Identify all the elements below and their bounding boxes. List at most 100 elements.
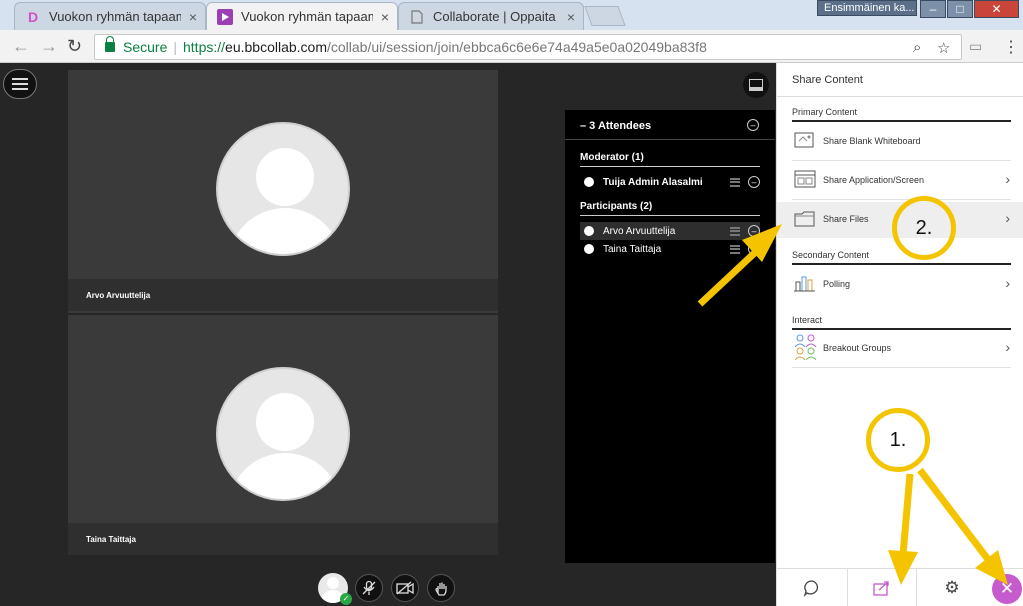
attendee-avatar xyxy=(584,177,594,187)
lock-icon xyxy=(105,36,115,52)
attendee-menu-icon[interactable] xyxy=(730,244,740,254)
hamburger-line xyxy=(12,78,28,80)
share-icon xyxy=(873,581,889,596)
divider xyxy=(792,160,1011,161)
share-content-tab[interactable] xyxy=(847,569,917,606)
share-content-panel: Share Content Primary Content Share Blan… xyxy=(776,63,1023,606)
video-tile-2[interactable]: Taina Taittaja xyxy=(68,315,498,555)
forward-arrow-icon[interactable]: → xyxy=(40,36,58,57)
application-screen-icon xyxy=(794,169,816,189)
item-label: Share Application/Screen xyxy=(823,175,925,185)
hamburger-line xyxy=(12,88,28,90)
attendees-header[interactable]: – 3 Attendees xyxy=(565,110,775,140)
layout-icon xyxy=(749,79,763,91)
tab-close-icon[interactable]: × xyxy=(567,9,575,25)
attendee-menu-icon[interactable] xyxy=(730,226,740,236)
screenshot-root: D Vuokon ryhmän tapaami × Vuokon ryhmän … xyxy=(0,0,1023,606)
attendee-avatar xyxy=(584,226,594,236)
moderator-group-title: Moderator (1) xyxy=(580,152,644,163)
attendees-panel: – 3 Attendees – Moderator (1) Tuija Admi… xyxy=(565,110,775,563)
interact-title: Interact xyxy=(792,315,823,325)
profile-button[interactable]: Ensimmäinen ka... xyxy=(817,0,917,16)
attendee-name: Taina Taittaja xyxy=(603,243,662,255)
microphone-muted-icon[interactable] xyxy=(355,574,383,602)
attendee-options-icon[interactable]: – xyxy=(748,225,760,237)
share-application-button[interactable]: Share Application/Screen › xyxy=(777,163,1023,199)
divider xyxy=(777,96,1023,97)
browser-tab-1[interactable]: D Vuokon ryhmän tapaami × xyxy=(14,2,206,30)
attendee-name: Tuija Admin Alasalmi xyxy=(603,176,703,188)
zoom-icon[interactable]: ⌕ xyxy=(913,39,921,56)
avatar-head xyxy=(256,393,314,451)
attendee-row[interactable]: Arvo Arvuuttelija – xyxy=(580,222,760,240)
attendee-menu-icon[interactable] xyxy=(730,177,740,187)
collaborate-stage: Arvo Arvuuttelija Taina Taittaja – 3 Att… xyxy=(0,63,776,606)
new-tab-button[interactable] xyxy=(584,6,626,26)
maximize-button[interactable]: □ xyxy=(947,0,973,18)
address-bar[interactable]: Secure | https://eu.bbcollab.com/collab/… xyxy=(94,34,962,60)
reload-icon[interactable]: ↻ xyxy=(67,36,82,57)
url-path: /collab/ui/session/join/ebbca6c6e6e74a49… xyxy=(326,39,707,55)
browser-tab-3[interactable]: Collaborate | Oppaita op × xyxy=(398,2,584,30)
d2l-favicon-icon: D xyxy=(27,8,39,25)
breakout-groups-button[interactable]: Breakout Groups › xyxy=(777,331,1023,367)
layout-toggle-button[interactable] xyxy=(743,72,769,98)
chevron-right-icon: › xyxy=(1005,210,1010,226)
status-check-icon: ✓ xyxy=(340,593,352,605)
omnibox-separator: | xyxy=(173,39,177,55)
panel-title: Share Content xyxy=(792,74,863,86)
minimize-button[interactable]: – xyxy=(920,0,946,18)
camera-off-icon[interactable] xyxy=(391,574,419,602)
cast-icon[interactable]: ▭ xyxy=(969,38,982,55)
tab-title: Vuokon ryhmän tapaami xyxy=(49,9,181,24)
avatar-body xyxy=(228,453,342,499)
avatar xyxy=(216,122,350,256)
tab-close-icon[interactable]: × xyxy=(189,9,197,25)
back-arrow-icon[interactable]: ← xyxy=(12,36,30,57)
divider xyxy=(580,215,760,216)
collab-favicon-icon xyxy=(217,8,233,25)
browser-tab-2[interactable]: Vuokon ryhmän tapaami × xyxy=(206,2,398,30)
attendee-options-icon[interactable]: – xyxy=(748,243,760,255)
url-text: https://eu.bbcollab.com/collab/ui/sessio… xyxy=(183,39,707,55)
primary-content-title: Primary Content xyxy=(792,107,858,117)
attendee-options-icon[interactable]: – xyxy=(748,176,760,188)
secure-label: Secure xyxy=(123,39,168,55)
polling-button[interactable]: Polling › xyxy=(777,267,1023,303)
divider xyxy=(792,120,1011,122)
browser-tab-strip: D Vuokon ryhmän tapaami × Vuokon ryhmän … xyxy=(0,0,1023,30)
item-label: Polling xyxy=(823,279,851,289)
collapse-icon[interactable]: – xyxy=(747,119,759,131)
raise-hand-icon[interactable] xyxy=(427,574,455,602)
tab-close-icon[interactable]: × xyxy=(381,9,389,25)
bookmark-star-icon[interactable]: ☆ xyxy=(937,39,950,57)
window-close-button[interactable]: ✕ xyxy=(974,0,1019,18)
session-menu-button[interactable] xyxy=(3,69,37,99)
share-whiteboard-button[interactable]: Share Blank Whiteboard xyxy=(777,124,1023,160)
share-files-icon xyxy=(794,208,816,228)
media-controls: ✓ xyxy=(318,573,458,605)
close-icon: ✕ xyxy=(999,579,1015,598)
avatar xyxy=(216,367,350,501)
whiteboard-icon xyxy=(794,130,816,150)
divider xyxy=(792,328,1011,330)
divider xyxy=(792,263,1011,265)
tab-title: Collaborate | Oppaita op xyxy=(433,9,559,24)
browser-menu-icon[interactable]: ⋮ xyxy=(1003,37,1019,57)
attendee-row[interactable]: Tuija Admin Alasalmi – xyxy=(580,173,760,191)
chat-tab[interactable] xyxy=(777,569,847,606)
chat-icon xyxy=(803,580,819,597)
chevron-right-icon: › xyxy=(1005,339,1010,355)
video-tile-1[interactable]: Arvo Arvuuttelija xyxy=(68,70,498,313)
attendee-row[interactable]: Taina Taittaja – xyxy=(580,240,760,258)
close-panel-button[interactable]: ✕ xyxy=(992,574,1022,604)
participants-group-title: Participants (2) xyxy=(580,201,653,212)
tab-title: Vuokon ryhmän tapaami xyxy=(241,9,373,24)
step-1-marker: 1. xyxy=(866,408,930,472)
settings-tab[interactable]: ⚙ xyxy=(917,569,987,606)
url-host: eu.bbcollab.com xyxy=(225,39,327,55)
video-tile-name: Arvo Arvuuttelija xyxy=(68,279,498,311)
url-scheme: https:// xyxy=(183,39,226,55)
video-tile-name: Taina Taittaja xyxy=(68,523,498,555)
avatar-body xyxy=(228,208,342,254)
